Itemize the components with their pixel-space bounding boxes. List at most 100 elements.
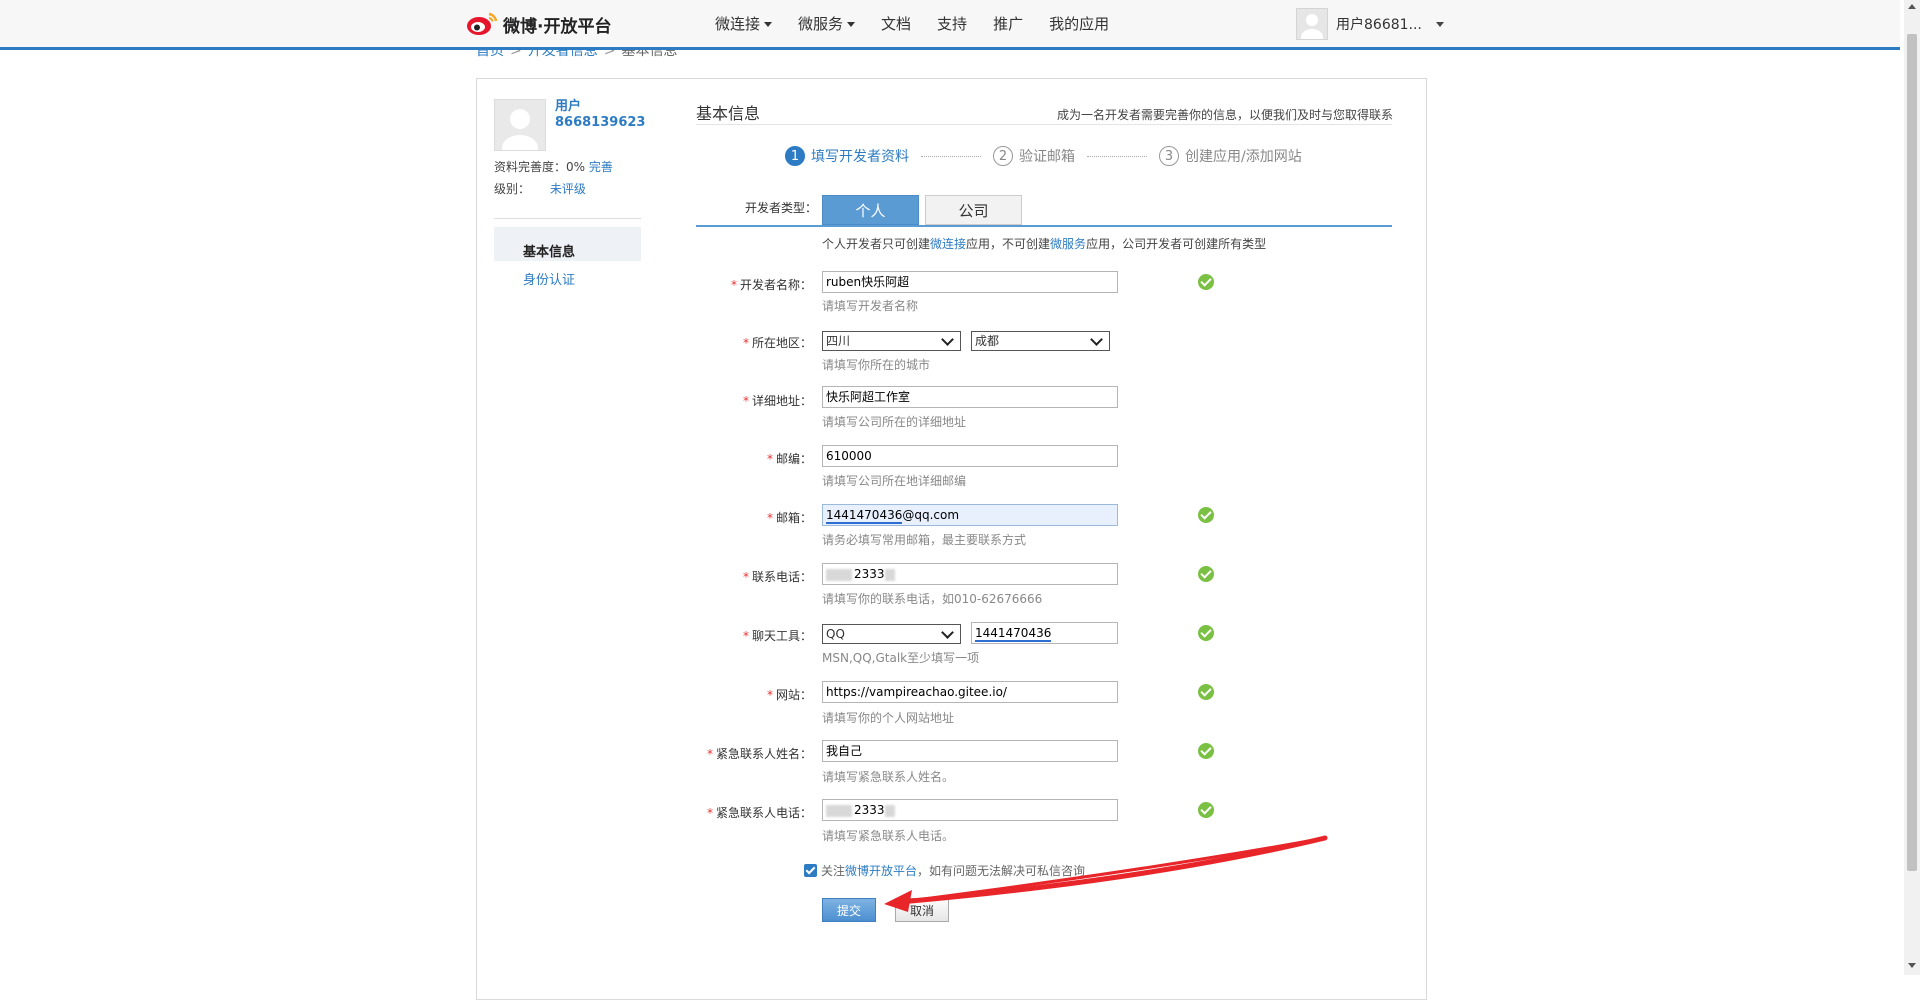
- step-number: 3: [1159, 146, 1179, 166]
- weibo-eye-icon: [465, 11, 499, 37]
- phone-value: 2333: [854, 567, 885, 581]
- label-text: 网站：: [775, 688, 812, 702]
- avatar: [1296, 8, 1328, 40]
- sidebar-user-name[interactable]: 用户 8668139623: [555, 99, 645, 131]
- nav-support[interactable]: 支持: [937, 13, 967, 34]
- follow-option[interactable]: 关注 微博开放平台 ，如有问题无法解决可私信咨询: [804, 862, 1085, 879]
- level-value-link[interactable]: 未评级: [550, 182, 586, 196]
- chat-tool-select[interactable]: QQ: [822, 624, 961, 644]
- label-text: 紧急联系人电话：: [715, 806, 812, 820]
- weibo-logo[interactable]: 微博·开放平台: [465, 11, 611, 37]
- scroll-down-icon[interactable]: [1908, 963, 1916, 968]
- developer-level: 级别： 未评级: [494, 180, 586, 197]
- valid-check-icon: [1198, 802, 1214, 818]
- label-text: 开发者名称：: [739, 278, 812, 292]
- scrollbar[interactable]: [1904, 0, 1920, 975]
- dev-name-label: * 开发者名称：: [730, 278, 812, 292]
- province-value: 四川: [826, 334, 851, 348]
- step-number: 2: [993, 146, 1013, 166]
- label-text: 邮箱：: [775, 511, 812, 525]
- progress-steps: 1 填写开发者资料 2 验证邮箱 3 创建应用/添加网站: [785, 146, 1302, 166]
- step-label: 创建应用/添加网站: [1185, 149, 1302, 165]
- sidebar-item-basic-info[interactable]: 基本信息: [494, 227, 641, 261]
- weiservice-link[interactable]: 微服务: [1050, 237, 1086, 251]
- nav-support-label: 支持: [937, 15, 968, 33]
- note-text: 应用，不可创建: [966, 237, 1051, 251]
- region-hint: 请填写你所在的城市: [822, 358, 931, 372]
- nav-my-apps-label: 我的应用: [1049, 15, 1110, 33]
- emergency-name-hint: 请填写紧急联系人姓名。: [822, 770, 955, 784]
- city-value: 成都: [975, 334, 1000, 348]
- label-text: 联系电话：: [751, 570, 812, 584]
- emergency-phone-value: 2333: [854, 803, 885, 817]
- follow-text: ，如有问题无法解决可私信咨询: [917, 864, 1086, 878]
- avatar: [494, 99, 546, 151]
- chevron-down-icon: [941, 625, 954, 639]
- scroll-thumb[interactable]: [1907, 34, 1917, 871]
- step-connector: [921, 155, 981, 157]
- website-input[interactable]: https://vampireachao.gitee.io/: [822, 681, 1118, 703]
- chevron-down-icon: [941, 332, 954, 346]
- main-panel: 用户 8668139623 资料完善度：0% 完善 级别： 未评级 基本信息 身…: [476, 78, 1427, 1000]
- chat-id-value: 1441470436: [975, 626, 1052, 642]
- chat-id-input[interactable]: 1441470436: [971, 622, 1118, 644]
- valid-check-icon: [1198, 684, 1214, 700]
- nav-my-apps[interactable]: 我的应用: [1049, 13, 1109, 34]
- step-label: 填写开发者资料: [811, 149, 909, 165]
- logo-text: 微博·开放平台: [503, 16, 612, 37]
- divider: [494, 218, 641, 219]
- nav-weiservice-label: 微服务: [798, 15, 844, 33]
- scroll-up-icon[interactable]: [1908, 4, 1916, 9]
- emergency-phone-label: * 紧急联系人电话：: [706, 806, 812, 820]
- redacted-blur: [826, 568, 852, 581]
- nav-weiservice[interactable]: 微服务: [798, 13, 856, 34]
- step-3: 3 创建应用/添加网站: [1159, 146, 1302, 166]
- nav-weiconnect[interactable]: 微连接: [715, 13, 773, 34]
- user-menu[interactable]: 用户86681...: [1296, 8, 1444, 40]
- phone-hint: 请填写你的联系电话，如010-62676666: [822, 592, 1043, 606]
- emergency-phone-input[interactable]: 2333: [822, 799, 1118, 821]
- chat-hint: MSN,QQ,Gtalk至少填写一项: [822, 651, 980, 665]
- dev-name-input[interactable]: ruben快乐阿超: [822, 271, 1118, 293]
- label-text: 详细地址：: [751, 394, 812, 408]
- phone-label: * 联系电话：: [742, 570, 812, 584]
- valid-check-icon: [1198, 507, 1214, 523]
- email-input[interactable]: 1441470436@qq.com: [822, 504, 1118, 526]
- redacted-blur: [884, 804, 895, 817]
- city-select[interactable]: 成都: [971, 331, 1110, 351]
- website-label: * 网站：: [766, 688, 812, 702]
- province-select[interactable]: 四川: [822, 331, 961, 351]
- label-text: 邮编：: [775, 452, 812, 466]
- page-tip: 成为一名开发者需要完善你的信息，以便我们及时与您取得联系: [1056, 108, 1393, 122]
- weibo-open-platform-link[interactable]: 微博开放平台: [845, 862, 917, 879]
- sidebar-item-identity[interactable]: 身份认证: [523, 269, 575, 288]
- step-1: 1 填写开发者资料: [785, 146, 909, 166]
- email-label: * 邮箱：: [766, 511, 812, 525]
- emergency-name-input[interactable]: 我自己: [822, 740, 1118, 762]
- weiconnect-link[interactable]: 微连接: [930, 237, 966, 251]
- follow-checkbox[interactable]: [804, 864, 817, 877]
- zipcode-hint: 请填写公司所在地详细邮编: [822, 474, 967, 488]
- main-nav: 微连接 微服务 文档 支持 推广 我的应用: [715, 0, 1135, 47]
- address-input[interactable]: 快乐阿超工作室: [822, 386, 1118, 408]
- devtype-label: 开发者类型：: [745, 201, 818, 215]
- tab-underline: [696, 225, 1392, 227]
- redacted-blur: [826, 804, 852, 817]
- step-label: 验证邮箱: [1019, 149, 1075, 165]
- cancel-button[interactable]: 取消: [895, 898, 949, 922]
- zipcode-input[interactable]: 610000: [822, 445, 1118, 467]
- complete-profile-link[interactable]: 完善: [589, 160, 613, 174]
- valid-check-icon: [1198, 566, 1214, 582]
- completion-label: 资料完善度：0%: [494, 160, 586, 174]
- submit-button[interactable]: 提交: [822, 898, 876, 922]
- dev-name-hint: 请填写开发者名称: [822, 299, 919, 313]
- phone-input[interactable]: 2333: [822, 563, 1118, 585]
- tab-company[interactable]: 公司: [925, 195, 1022, 225]
- label-text: 聊天工具：: [751, 629, 812, 643]
- nav-promote[interactable]: 推广: [993, 13, 1023, 34]
- email-domain: @qq.com: [902, 508, 960, 522]
- follow-text: 关注: [821, 864, 846, 878]
- nav-docs[interactable]: 文档: [881, 13, 911, 34]
- emergency-name-label: * 紧急联系人姓名：: [706, 747, 812, 761]
- tab-personal[interactable]: 个人: [822, 195, 919, 225]
